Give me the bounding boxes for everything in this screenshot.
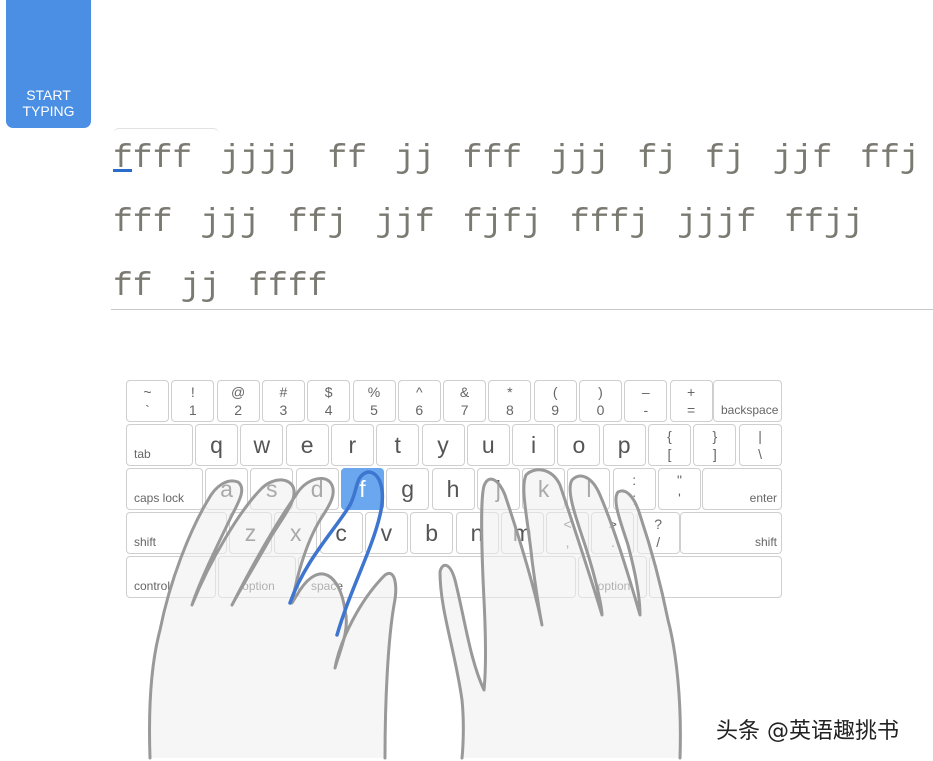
watermark: 头条 @英语趣挑书 <box>716 719 899 744</box>
left-hand-icon <box>147 477 398 760</box>
hands-illustration <box>147 468 682 760</box>
right-hand-icon <box>438 468 682 760</box>
